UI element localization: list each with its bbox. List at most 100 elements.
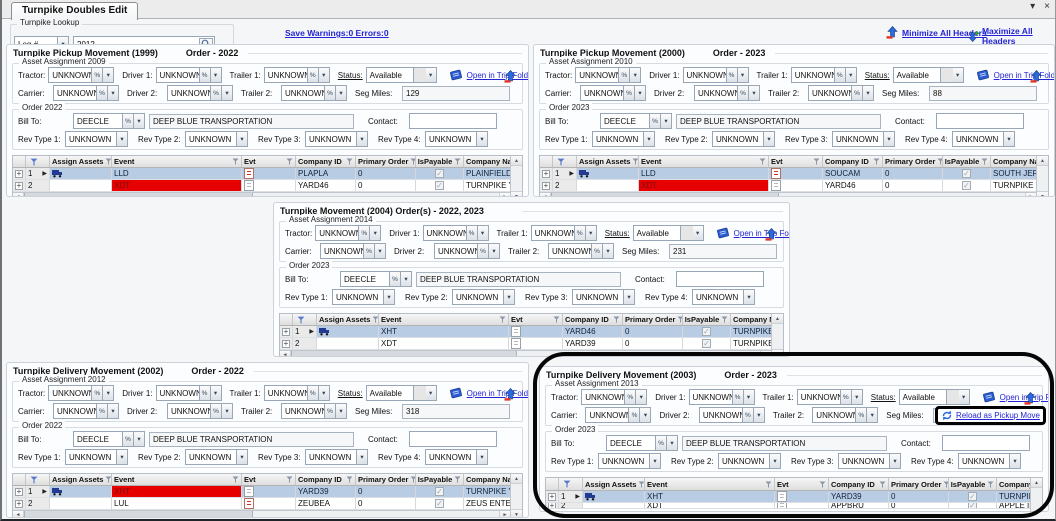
rev-type-3-dropdown-button[interactable]: ▾ — [890, 453, 901, 469]
contact-input[interactable] — [936, 113, 1024, 129]
driver1-combo[interactable]: UNKNOWN — [423, 225, 467, 241]
column-header-evt[interactable]: Evt — [769, 156, 823, 167]
primary-order-cell[interactable]: 0 — [356, 168, 416, 179]
company-name-cell[interactable]: TURNPIKE YA — [464, 180, 510, 191]
column-filter-icon[interactable] — [454, 476, 461, 483]
rev-type-3-combo[interactable]: UNKNOWN — [838, 453, 890, 469]
column-header-is-payable[interactable]: IsPayable — [949, 478, 997, 490]
bill-to-dropdown-button[interactable]: ▾ — [134, 431, 145, 447]
rev-type-4-combo[interactable]: UNKNOWN — [425, 449, 477, 465]
rev-type-1-combo[interactable]: UNKNOWN — [598, 453, 650, 469]
column-filter-icon[interactable] — [613, 316, 620, 323]
assign-assets-icon[interactable] — [585, 492, 596, 501]
save-warnings-link[interactable]: Save Warnings:0 Errors:0 — [285, 28, 389, 38]
grid-horizontal-scrollbar[interactable]: ◄ ► — [13, 192, 510, 197]
status-dropdown-button[interactable]: ▾ — [426, 67, 437, 83]
scroll-up-icon[interactable]: ▲ — [1031, 478, 1042, 488]
status-label[interactable]: Status: — [338, 389, 363, 398]
is-payable-checkbox[interactable] — [435, 487, 444, 496]
event-cell[interactable]: XHT — [645, 491, 775, 502]
trailer2-dropdown-button[interactable]: ▾ — [603, 243, 614, 259]
open-in-trip-folder-link[interactable]: Open in Trip Folder — [982, 391, 1049, 403]
expand-row-button[interactable] — [15, 500, 23, 508]
company-id-cell[interactable]: YARD46 — [296, 180, 356, 191]
column-filter-icon[interactable] — [632, 158, 639, 165]
grid-row-1[interactable]: 1▶ LLD PLAPLA 0 PLAINFIELD — [13, 168, 510, 180]
trailer1-dropdown-button[interactable]: ▾ — [319, 67, 330, 83]
column-header-evt[interactable]: Evt — [242, 474, 296, 485]
trailer2-dropdown-button[interactable]: ▾ — [336, 403, 347, 419]
grid-horizontal-scrollbar[interactable]: ◄ ► — [540, 192, 1036, 197]
rev-type-4-dropdown-button[interactable]: ▾ — [1004, 131, 1015, 147]
column-filter-icon[interactable] — [286, 476, 293, 483]
trailer2-combo[interactable]: UNKNOWN — [548, 243, 592, 259]
tractor-wildcard-button[interactable]: % — [92, 67, 103, 83]
driver1-combo[interactable]: UNKNOWN — [156, 67, 200, 83]
trailer1-wildcard-button[interactable]: % — [835, 67, 846, 83]
status-label[interactable]: Status: — [865, 71, 890, 80]
column-header-primary-order[interactable]: Primary Order — [356, 156, 416, 167]
carrier-combo[interactable]: UNKNOWN — [53, 403, 97, 419]
trailer1-combo[interactable]: UNKNOWN — [791, 67, 835, 83]
rev-type-2-combo[interactable]: UNKNOWN — [185, 449, 237, 465]
grid-row-1[interactable]: 1▶ XHT YARD46 0 TURNPIKE YA — [280, 326, 771, 338]
rev-type-1-combo[interactable]: UNKNOWN — [592, 131, 644, 147]
column-filter-icon[interactable] — [232, 158, 239, 165]
column-header-event[interactable]: Event — [645, 478, 775, 490]
primary-order-cell[interactable]: 0 — [356, 180, 416, 191]
scroll-left-icon[interactable]: ◄ — [13, 511, 24, 518]
grid-vertical-scrollbar[interactable]: ▲ ▼ — [1030, 478, 1042, 512]
column-filter-icon[interactable] — [499, 316, 506, 323]
column-header-assign-assets[interactable]: Assign Assets — [317, 314, 379, 325]
bill-to-combo[interactable]: DEECLE — [600, 113, 650, 129]
scrollbar-thumb[interactable] — [551, 193, 779, 197]
primary-order-cell[interactable]: 0 — [356, 498, 416, 509]
tractor-wildcard-button[interactable]: % — [625, 389, 636, 405]
column-filter-icon[interactable] — [105, 476, 112, 483]
minimize-header-button[interactable] — [1030, 70, 1043, 88]
bill-to-wildcard-button[interactable]: % — [123, 113, 134, 129]
tractor-combo[interactable]: UNKNOWN — [48, 385, 92, 401]
column-header-primary-order[interactable]: Primary Order — [356, 474, 416, 485]
expand-row-button[interactable] — [542, 182, 550, 190]
driver2-combo[interactable]: UNKNOWN — [167, 403, 211, 419]
grid-row-2[interactable]: 2▶ XDT APPBRU 0 APPLE INDU — [546, 503, 1030, 509]
company-id-cell[interactable]: YARD39 — [829, 491, 889, 502]
scroll-right-icon[interactable]: ► — [499, 511, 510, 518]
company-id-cell[interactable]: YARD46 — [563, 326, 623, 337]
driver1-dropdown-button[interactable]: ▾ — [478, 225, 489, 241]
company-id-cell[interactable]: YARD39 — [563, 338, 623, 349]
expand-row-button[interactable] — [282, 328, 290, 336]
scroll-up-icon[interactable]: ▲ — [1037, 156, 1048, 166]
column-header-evt[interactable]: Evt — [242, 156, 296, 167]
rev-type-4-combo[interactable]: UNKNOWN — [952, 131, 1004, 147]
column-header-company-name[interactable]: Company Na — [991, 156, 1036, 167]
column-filter-icon[interactable] — [346, 158, 353, 165]
bill-to-wildcard-button[interactable]: % — [650, 113, 661, 129]
event-document-icon[interactable] — [511, 326, 521, 337]
collapse-window-button[interactable]: ▾ — [1030, 1, 1035, 12]
column-filter-icon[interactable] — [879, 481, 886, 488]
grid-row-1[interactable]: 1▶ LLD SOUCAM 0 SOUTH JERSE — [540, 168, 1036, 180]
bill-to-dropdown-button[interactable]: ▾ — [401, 271, 412, 287]
status-dropdown-button[interactable]: ▾ — [959, 389, 970, 405]
column-header-company-name[interactable]: Company Na — [464, 156, 510, 167]
event-document-icon[interactable] — [771, 168, 781, 179]
driver1-wildcard-button[interactable]: % — [727, 67, 738, 83]
status-dropdown-button[interactable]: ▾ — [426, 385, 437, 401]
rev-type-1-dropdown-button[interactable]: ▾ — [384, 289, 395, 305]
status-dropdown-button[interactable]: ▾ — [953, 67, 964, 83]
scroll-down-icon[interactable]: ▼ — [511, 509, 522, 518]
column-filter-icon[interactable] — [981, 158, 988, 165]
trailer1-combo[interactable]: UNKNOWN — [264, 67, 308, 83]
trailer2-combo[interactable]: UNKNOWN — [281, 85, 325, 101]
event-cell[interactable]: LLD — [639, 168, 769, 179]
grid-horizontal-scrollbar[interactable]: ◄ ► — [280, 350, 771, 357]
status-combo[interactable]: Available — [893, 67, 941, 83]
status-label[interactable]: Status: — [605, 229, 630, 238]
bill-to-wildcard-button[interactable]: % — [390, 271, 401, 287]
company-id-cell[interactable]: APPBRU — [829, 503, 889, 508]
event-cell[interactable]: XDT — [112, 180, 242, 191]
column-header-assign-assets[interactable]: Assign Assets — [583, 478, 645, 490]
driver2-wildcard-button[interactable]: % — [738, 85, 749, 101]
